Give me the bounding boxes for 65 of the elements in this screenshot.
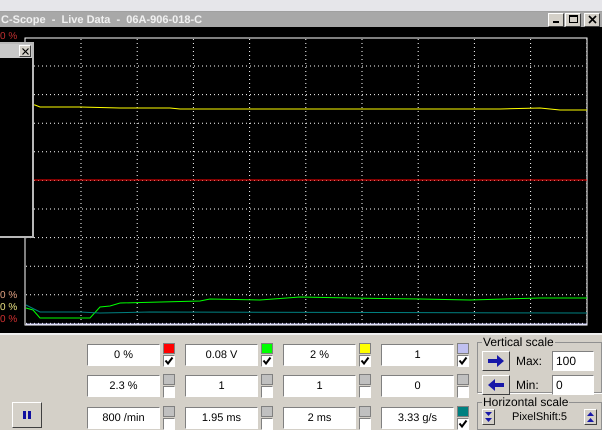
double-down-arrow-icon — [485, 412, 492, 422]
axis-label: 0 % — [0, 290, 18, 301]
color-swatch[interactable] — [163, 343, 175, 354]
value-field: 0 — [381, 375, 454, 398]
max-label: Max: — [516, 354, 544, 368]
left-arrow-icon — [487, 379, 505, 391]
checkbox[interactable] — [359, 355, 371, 368]
increase-button[interactable] — [584, 409, 597, 425]
checkbox[interactable] — [163, 355, 175, 368]
checkbox[interactable] — [359, 418, 371, 430]
value-field: 1 — [185, 375, 258, 398]
value-field: 1 — [283, 375, 356, 398]
checkbox[interactable] — [261, 418, 273, 430]
pause-button[interactable] — [12, 402, 42, 428]
value-field: 1.95 ms — [185, 406, 258, 429]
color-swatch[interactable] — [261, 406, 273, 417]
checkbox[interactable] — [457, 355, 469, 368]
checkbox[interactable] — [261, 355, 273, 368]
axis-label: 0 % — [0, 314, 18, 325]
checkbox[interactable] — [261, 386, 273, 398]
value-field: 2.3 % — [87, 375, 160, 398]
close-button[interactable] — [19, 45, 31, 57]
color-swatch[interactable] — [457, 374, 469, 386]
color-swatch[interactable] — [457, 406, 469, 417]
pause-icon — [23, 411, 31, 419]
maximize-button[interactable] — [565, 12, 581, 26]
color-swatch[interactable] — [359, 343, 371, 354]
close-icon — [588, 15, 596, 24]
color-swatch[interactable] — [261, 343, 273, 354]
checkbox[interactable] — [457, 418, 469, 430]
minimize-button[interactable] — [548, 12, 564, 26]
color-swatch[interactable] — [359, 406, 371, 417]
value-field: 2 % — [283, 344, 356, 366]
window-title: C-Scope - Live Data - 06A-906-018-C — [0, 14, 202, 26]
value-field: 1 — [381, 344, 454, 366]
value-field: 0 % — [87, 344, 160, 366]
axis-label: 0 % — [0, 302, 18, 313]
value-field: 0.08 V — [185, 344, 258, 366]
color-swatch[interactable] — [457, 343, 469, 354]
value-field: 3.33 g/s — [381, 406, 454, 429]
checkbox[interactable] — [163, 386, 175, 398]
decrease-button[interactable] — [482, 375, 510, 395]
group-title: Horizontal scale — [482, 395, 570, 409]
group-title: Vertical scale — [482, 335, 555, 349]
checkbox[interactable] — [359, 386, 371, 398]
min-field[interactable]: 0 — [552, 375, 594, 395]
max-field[interactable]: 100 — [552, 351, 594, 371]
checkbox[interactable] — [163, 418, 175, 430]
checkbox[interactable] — [457, 386, 469, 398]
color-swatch[interactable] — [163, 406, 175, 417]
color-swatch[interactable] — [359, 374, 371, 386]
decrease-button[interactable] — [482, 409, 495, 425]
close-button[interactable] — [584, 12, 600, 26]
close-icon — [22, 48, 28, 54]
color-swatch[interactable] — [163, 374, 175, 386]
maximize-icon — [568, 15, 578, 24]
axis-label: 0 % — [0, 31, 18, 42]
pixel-shift-label: PixelShift:5 — [512, 411, 568, 423]
double-up-arrow-icon — [587, 412, 594, 422]
right-arrow-icon — [487, 355, 505, 367]
value-field: 800 /min — [87, 406, 160, 429]
value-field: 2 ms — [283, 406, 356, 429]
color-swatch[interactable] — [261, 374, 273, 386]
increase-button[interactable] — [482, 351, 510, 371]
min-label: Min: — [516, 378, 540, 392]
